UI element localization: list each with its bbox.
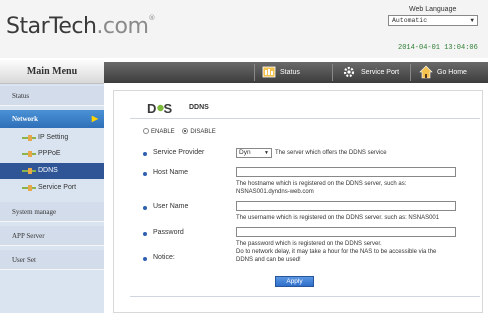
sidebar-item-pppoe[interactable]: PPPoE <box>0 146 104 162</box>
disable-radio-wrapper[interactable]: DISABLE <box>182 128 216 135</box>
network-plug-icon <box>22 151 36 157</box>
bullet-icon <box>143 257 147 261</box>
network-plug-icon <box>22 168 36 174</box>
footer-divider <box>130 296 480 297</box>
home-icon <box>419 65 433 79</box>
triangle-right-icon: ▶ <box>91 114 98 123</box>
notice-label: Notice: <box>153 254 175 261</box>
password-hint: The password which is registered on the … <box>236 241 382 247</box>
language-select-value: Automatic <box>392 17 428 24</box>
sidebar-item-network[interactable]: Network ▶ <box>0 110 104 128</box>
language-select[interactable]: Automatic ▼ <box>388 15 478 26</box>
service-provider-label: Service Provider <box>153 149 205 156</box>
svg-text:D: D <box>147 101 156 116</box>
sidebar-item-user-set[interactable]: User Set <box>0 250 104 270</box>
startech-logo: StarTech.com® <box>6 14 155 39</box>
disable-radio-label: DISABLE <box>190 128 216 135</box>
title-divider <box>130 118 480 119</box>
sidebar-item-ip-setting[interactable]: IP Setting <box>0 130 104 146</box>
service-provider-value: Dyn <box>239 149 251 156</box>
chevron-down-icon: ▼ <box>264 150 269 156</box>
sidebar-item-label: Network <box>12 115 39 123</box>
service-port-button-label: Service Port <box>361 69 400 76</box>
go-home-button-label: Go Home <box>437 69 467 76</box>
sidebar-item-status[interactable]: Status <box>0 86 104 106</box>
sidebar-item-app-server[interactable]: APP Server <box>0 226 104 246</box>
sidebar-item-label: PPPoE <box>38 150 61 157</box>
apply-button[interactable]: Apply <box>275 276 314 287</box>
logo-text-dark: StarTech <box>6 14 97 39</box>
toolbar-divider <box>332 64 333 81</box>
user-name-hint: The username which is registered on the … <box>236 215 440 221</box>
user-name-label: User Name <box>153 203 189 210</box>
toolbar-divider <box>410 64 411 81</box>
service-port-button[interactable]: Service Port <box>342 62 399 83</box>
enable-radio-wrapper[interactable]: ENABLE <box>143 128 175 135</box>
password-label: Password <box>153 229 184 236</box>
sidebar-item-label: Service Port <box>38 184 77 191</box>
sidebar: Main Menu Status Network ▶ IP Setting PP… <box>0 60 104 313</box>
user-name-input[interactable] <box>236 201 456 211</box>
sidebar-item-label: APP Server <box>12 232 45 240</box>
toolbar-divider <box>254 64 255 81</box>
password-input[interactable] <box>236 227 456 237</box>
network-plug-icon <box>22 185 36 191</box>
notice-text-1: Do to network delay, it may take a hour … <box>236 249 437 255</box>
host-name-hint: The hostname which is registered on the … <box>236 181 407 187</box>
host-name-example: NSNAS001.dyndns-web.com <box>236 189 314 195</box>
sidebar-item-label: IP Setting <box>38 134 69 141</box>
language-label: Web Language <box>409 6 457 13</box>
gear-icon <box>343 66 355 78</box>
sidebar-item-label: Status <box>12 92 30 100</box>
status-icon <box>262 66 276 78</box>
bullet-icon <box>143 232 147 236</box>
ddns-logo-icon: D S <box>147 101 173 116</box>
enable-radio-label: ENABLE <box>151 128 175 135</box>
sidebar-item-label: DDNS <box>38 167 58 174</box>
network-plug-icon <box>22 135 36 141</box>
logo-text-light: .com <box>96 14 149 39</box>
chevron-down-icon: ▼ <box>470 17 474 24</box>
sidebar-item-system-manage[interactable]: System manage <box>0 202 104 222</box>
ddns-title: DDNS <box>189 104 209 111</box>
sidebar-item-label: System manage <box>12 208 57 216</box>
bullet-icon <box>143 172 147 176</box>
sidebar-item-service-port[interactable]: Service Port <box>0 180 104 196</box>
top-toolbar: Status Service Port Go Home <box>104 62 488 83</box>
host-name-label: Host Name <box>153 169 189 176</box>
page-header: StarTech.com® Web Language Automatic ▼ 2… <box>0 0 488 58</box>
bullet-icon <box>143 206 147 210</box>
status-button-label: Status <box>280 69 300 76</box>
service-provider-hint: The server which offers the DDNS service <box>275 150 387 156</box>
datetime-display: 2014-04-01 13:04:06 <box>398 44 478 52</box>
sidebar-item-ddns[interactable]: DDNS <box>0 163 104 179</box>
bullet-icon <box>143 152 147 156</box>
logo-registered-mark: ® <box>148 14 155 22</box>
status-button[interactable]: Status <box>262 62 300 83</box>
notice-text-2: DDNS and can be used! <box>236 257 301 263</box>
host-name-input[interactable] <box>236 167 456 177</box>
service-provider-select[interactable]: Dyn ▼ <box>236 148 272 158</box>
enable-radio[interactable] <box>143 128 149 134</box>
disable-radio[interactable] <box>182 128 189 134</box>
go-home-button[interactable]: Go Home <box>419 62 467 83</box>
svg-text:S: S <box>164 101 173 116</box>
main-menu-title: Main Menu <box>0 60 104 84</box>
ddns-enable-toggle: ENABLE DISABLE <box>143 128 216 135</box>
sidebar-item-label: User Set <box>12 256 36 264</box>
